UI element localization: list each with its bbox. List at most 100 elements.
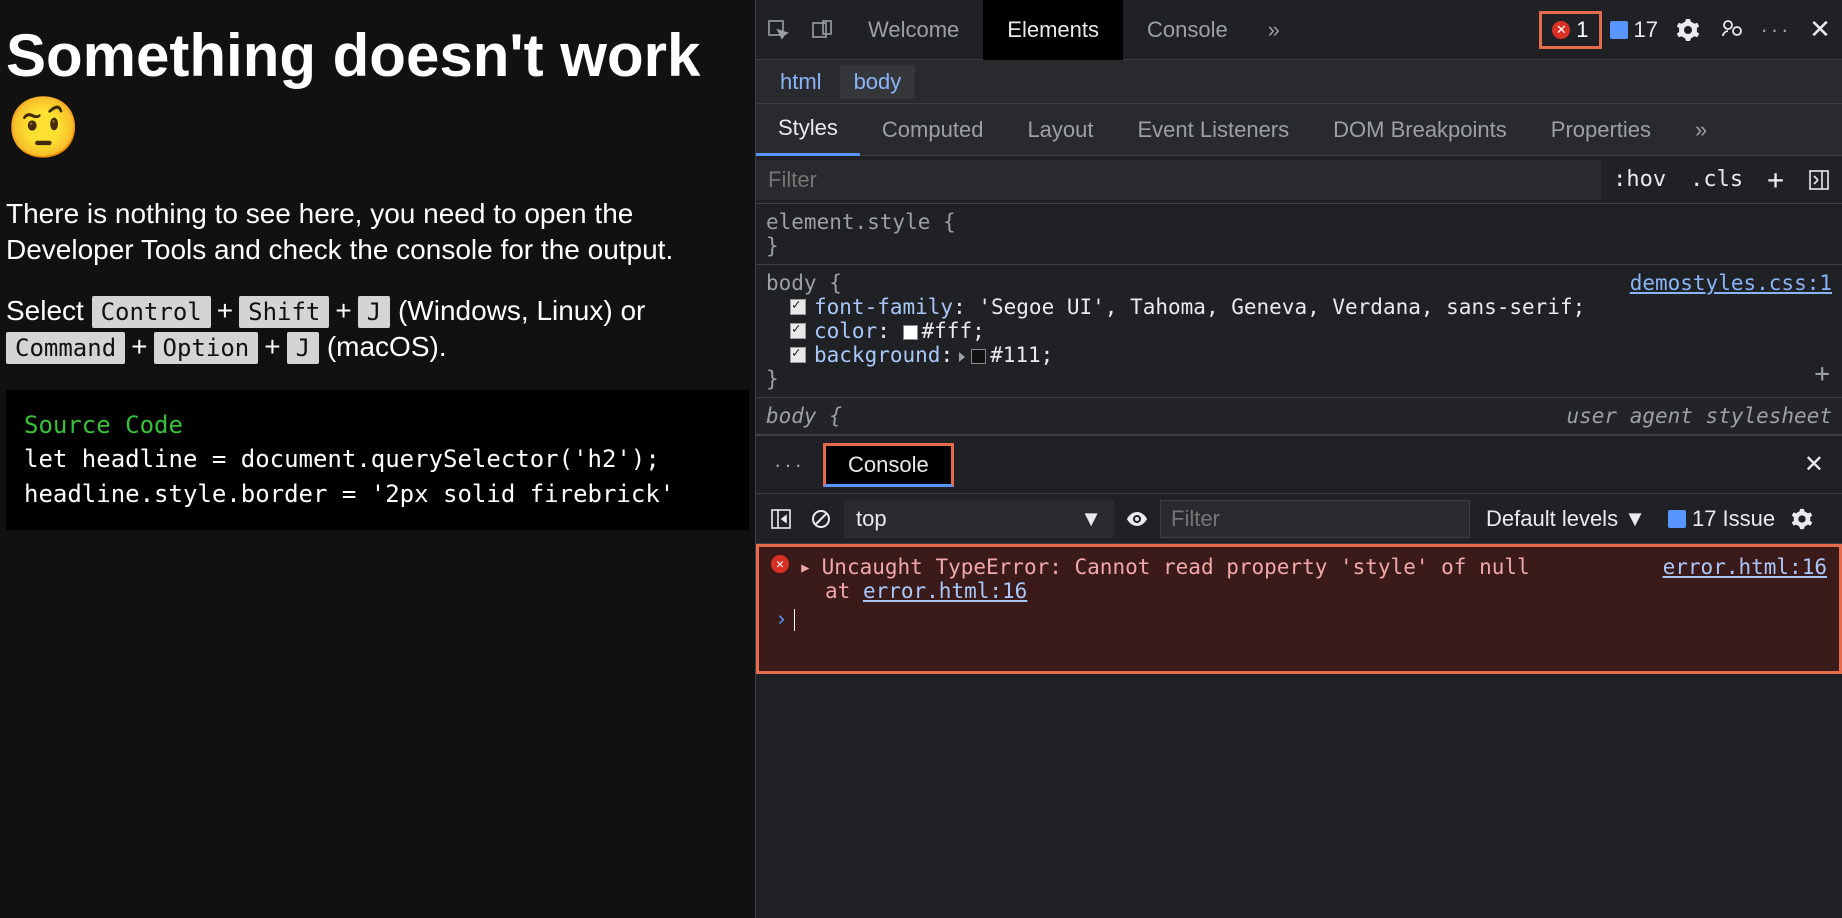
plus: + xyxy=(125,331,153,362)
cursor xyxy=(794,609,795,631)
prop-value: #fff; xyxy=(922,319,985,343)
error-count-badge[interactable]: ✕ 1 xyxy=(1539,11,1601,49)
prop-checkbox[interactable] xyxy=(790,323,806,339)
styles-tabbar: Styles Computed Layout Event Listeners D… xyxy=(756,104,1842,156)
issues-count: 17 xyxy=(1634,17,1658,43)
macos-suffix: (macOS). xyxy=(327,331,447,362)
console-error-entry[interactable]: ✕ ▸ Uncaught TypeError: Cannot read prop… xyxy=(756,544,1842,674)
close-brace: } xyxy=(766,367,1832,391)
inspect-element-icon[interactable] xyxy=(756,8,800,52)
stylesheet-link[interactable]: demostyles.css:1 xyxy=(1630,271,1832,295)
color-swatch-icon[interactable] xyxy=(971,349,986,364)
page-intro: There is nothing to see here, you need t… xyxy=(6,196,749,269)
drawer-tab-console[interactable]: Console xyxy=(823,443,954,487)
tab-elements[interactable]: Elements xyxy=(983,0,1123,60)
error-icon: ✕ xyxy=(1552,21,1570,39)
plus: + xyxy=(211,295,239,326)
prop-background[interactable]: background:#111; xyxy=(766,343,1832,367)
color-swatch-icon[interactable] xyxy=(903,325,918,340)
tab-styles[interactable]: Styles xyxy=(756,104,860,156)
styles-pane: element.style { } body { demostyles.css:… xyxy=(756,204,1842,435)
styles-filter-row: :hov .cls + xyxy=(756,156,1842,204)
element-style-selector: element.style { xyxy=(766,210,1832,234)
prop-color[interactable]: color: #fff; xyxy=(766,319,1832,343)
cls-toggle[interactable]: .cls xyxy=(1678,167,1755,192)
prop-name: font-family xyxy=(814,295,953,319)
prop-font-family[interactable]: font-family: 'Segoe UI', Tahoma, Geneva,… xyxy=(766,295,1832,319)
log-levels-select[interactable]: Default levels ▼ xyxy=(1476,506,1656,532)
prop-checkbox[interactable] xyxy=(790,299,806,315)
dom-breadcrumbs: html body xyxy=(756,60,1842,104)
issues-button[interactable]: 17 Issue xyxy=(1662,506,1781,532)
crumb-body[interactable]: body xyxy=(840,65,916,99)
prompt-chevron-icon: › xyxy=(775,607,788,631)
kbd-j: J xyxy=(358,296,390,328)
more-styles-tabs-icon[interactable]: » xyxy=(1673,104,1729,156)
prop-checkbox[interactable] xyxy=(790,347,806,363)
new-style-rule-icon[interactable]: + xyxy=(1755,163,1796,196)
tab-event-listeners[interactable]: Event Listeners xyxy=(1116,104,1312,156)
body-selector: body { xyxy=(766,271,842,295)
devtools-pane: Welcome Elements Console » ✕ 1 17 ··· ✕ … xyxy=(755,0,1842,918)
console-drawer: ··· Console ✕ top▼ Default levels ▼ 17 I… xyxy=(756,435,1842,674)
feedback-icon[interactable] xyxy=(1710,8,1754,52)
kbd-control: Control xyxy=(92,296,211,328)
more-options-icon[interactable]: ··· xyxy=(1754,8,1798,52)
console-sidebar-toggle-icon[interactable] xyxy=(764,497,798,541)
close-devtools-icon[interactable]: ✕ xyxy=(1798,8,1842,52)
tab-console[interactable]: Console xyxy=(1123,0,1252,60)
element-style-rule[interactable]: element.style { } xyxy=(756,204,1842,265)
source-code-title: Source Code xyxy=(24,408,731,443)
prop-name: background xyxy=(814,343,940,367)
error-stack: at error.html:16 xyxy=(771,579,1827,603)
source-code-body: let headline = document.querySelector('h… xyxy=(24,442,731,512)
source-code-block: Source Code let headline = document.quer… xyxy=(6,390,749,530)
devtools-tabbar: Welcome Elements Console » ✕ 1 17 ··· ✕ xyxy=(756,0,1842,60)
body-rule[interactable]: body { demostyles.css:1 font-family: 'Se… xyxy=(756,265,1842,398)
issues-icon xyxy=(1668,510,1686,528)
add-property-icon[interactable]: + xyxy=(1814,359,1830,389)
styles-filter-input[interactable] xyxy=(756,160,1601,200)
error-source-link[interactable]: error.html:16 xyxy=(1663,555,1827,579)
prop-name: color xyxy=(814,319,877,343)
kbd-j2: J xyxy=(287,332,319,364)
expand-shorthand-icon[interactable] xyxy=(959,352,965,362)
computed-sidebar-toggle-icon[interactable] xyxy=(1796,169,1842,191)
ua-body-rule[interactable]: body { user agent stylesheet xyxy=(756,398,1842,435)
winlinux-suffix: (Windows, Linux) or xyxy=(398,295,645,326)
settings-icon[interactable] xyxy=(1666,8,1710,52)
stack-link[interactable]: error.html:16 xyxy=(863,579,1027,603)
close-drawer-icon[interactable]: ✕ xyxy=(1786,450,1842,479)
drawer-more-icon[interactable]: ··· xyxy=(756,452,823,478)
live-expression-icon[interactable] xyxy=(1120,497,1154,541)
stack-prefix: at xyxy=(825,579,863,603)
ua-stylesheet-label: user agent stylesheet xyxy=(1566,404,1832,428)
clear-console-icon[interactable] xyxy=(804,497,838,541)
more-tabs-icon[interactable]: » xyxy=(1252,8,1296,52)
hov-toggle[interactable]: :hov xyxy=(1601,167,1678,192)
console-prompt[interactable]: › xyxy=(771,603,1827,631)
prop-value: #111; xyxy=(990,343,1053,367)
expand-error-icon[interactable]: ▸ xyxy=(799,555,812,579)
kbd-command: Command xyxy=(6,332,125,364)
tab-layout[interactable]: Layout xyxy=(1005,104,1115,156)
tab-computed[interactable]: Computed xyxy=(860,104,1006,156)
tab-properties[interactable]: Properties xyxy=(1529,104,1673,156)
console-filter-input[interactable] xyxy=(1160,500,1470,538)
device-toolbar-icon[interactable] xyxy=(800,8,844,52)
console-settings-icon[interactable] xyxy=(1787,497,1817,541)
close-brace: } xyxy=(766,234,1832,258)
kbd-shift: Shift xyxy=(239,296,329,328)
crumb-html[interactable]: html xyxy=(766,65,836,99)
kbd-option: Option xyxy=(154,332,259,364)
prop-value: : 'Segoe UI', Tahoma, Geneva, Verdana, s… xyxy=(953,295,1585,319)
console-drawer-tabbar: ··· Console ✕ xyxy=(756,436,1842,494)
issues-count-badge[interactable]: 17 xyxy=(1602,17,1666,43)
tab-dom-breakpoints[interactable]: DOM Breakpoints xyxy=(1311,104,1529,156)
page-heading: Something doesn't work 🤨 xyxy=(6,20,749,164)
issues-label: 17 Issue xyxy=(1692,506,1775,532)
console-toolbar: top▼ Default levels ▼ 17 Issue xyxy=(756,494,1842,544)
tab-welcome[interactable]: Welcome xyxy=(844,0,983,60)
execution-context-select[interactable]: top▼ xyxy=(844,500,1114,538)
chevron-down-icon: ▼ xyxy=(1080,506,1102,532)
